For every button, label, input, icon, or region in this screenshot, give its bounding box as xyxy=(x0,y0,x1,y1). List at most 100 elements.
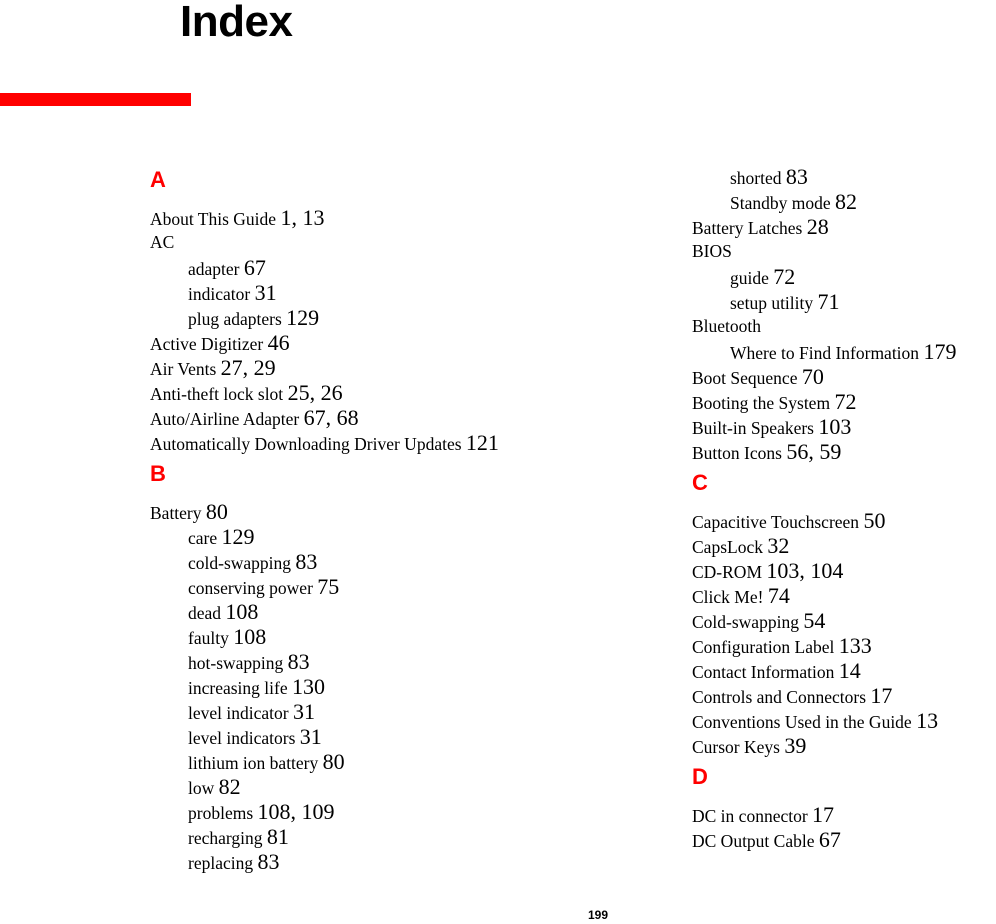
index-entry: Conventions Used in the Guide 13 xyxy=(692,708,938,735)
index-term: About This Guide xyxy=(150,209,277,229)
page-reference[interactable]: 67 xyxy=(244,255,266,280)
index-term: Cursor Keys xyxy=(692,737,780,757)
page-reference[interactable]: 67, 68 xyxy=(304,405,359,430)
index-term: faulty xyxy=(188,628,229,648)
index-term: lithium ion battery xyxy=(188,753,319,773)
page-reference[interactable]: 83 xyxy=(288,649,310,674)
page-reference[interactable]: 74 xyxy=(768,583,790,608)
index-term: DC in connector xyxy=(692,806,808,826)
page-reference[interactable]: 14 xyxy=(839,658,861,683)
page-reference[interactable]: 31 xyxy=(255,280,277,305)
page-reference[interactable]: 179 xyxy=(923,339,956,364)
page-reference[interactable]: 27, 29 xyxy=(221,355,276,380)
index-entry: About This Guide 1, 13 xyxy=(150,205,324,232)
index-subentry: Where to Find Information 179 xyxy=(692,339,956,366)
index-term: cold-swapping xyxy=(188,553,292,573)
index-entry: Capacitive Touchscreen 50 xyxy=(692,508,885,535)
index-subentry: problems 108, 109 xyxy=(150,799,335,826)
index-entry: Booting the System 72 xyxy=(692,389,856,416)
page-reference[interactable]: 81 xyxy=(267,824,289,849)
index-subentry: Standby mode 82 xyxy=(692,189,857,216)
page-reference[interactable]: 129 xyxy=(222,524,255,549)
index-term: Boot Sequence xyxy=(692,368,798,388)
index-entry: Air Vents 27, 29 xyxy=(150,355,276,382)
index-subentry: hot-swapping 83 xyxy=(150,649,310,676)
page-reference[interactable]: 108 xyxy=(225,599,258,624)
index-entry: CD-ROM 103, 104 xyxy=(692,558,843,585)
index-term: Conventions Used in the Guide xyxy=(692,712,912,732)
index-term: adapter xyxy=(188,259,240,279)
index-entry: Button Icons 56, 59 xyxy=(692,439,841,466)
index-term: CD-ROM xyxy=(692,562,763,582)
page-reference[interactable]: 121 xyxy=(466,430,499,455)
index-term: increasing life xyxy=(188,678,288,698)
section-letter-a: A xyxy=(150,167,166,192)
page-number: 199 xyxy=(587,908,609,922)
index-subentry: setup utility 71 xyxy=(692,289,840,316)
page-reference[interactable]: 82 xyxy=(219,774,241,799)
index-term: plug adapters xyxy=(188,309,282,329)
page-reference[interactable]: 108, 109 xyxy=(258,799,335,824)
page-reference[interactable]: 133 xyxy=(839,633,872,658)
index-entry: CapsLock 32 xyxy=(692,533,789,560)
page-reference[interactable]: 31 xyxy=(293,699,315,724)
page-reference[interactable]: 80 xyxy=(323,749,345,774)
index-term: Bluetooth xyxy=(692,316,762,336)
page-reference[interactable]: 82 xyxy=(835,189,857,214)
page-reference[interactable]: 17 xyxy=(870,683,892,708)
page-reference[interactable]: 103 xyxy=(818,414,851,439)
page-reference[interactable]: 32 xyxy=(767,533,789,558)
page-reference[interactable]: 25, 26 xyxy=(288,380,343,405)
index-term: Air Vents xyxy=(150,359,217,379)
page-reference[interactable]: 31 xyxy=(300,724,322,749)
index-term: CapsLock xyxy=(692,537,763,557)
index-term: Automatically Downloading Driver Updates xyxy=(150,434,462,454)
page-reference[interactable]: 1, 13 xyxy=(280,205,324,230)
index-term: Click Me! xyxy=(692,587,764,607)
page-reference[interactable]: 13 xyxy=(916,708,938,733)
index-term: problems xyxy=(188,803,254,823)
page-reference[interactable]: 39 xyxy=(784,733,806,758)
index-term: replacing xyxy=(188,853,254,873)
page-reference[interactable]: 46 xyxy=(268,330,290,355)
index-term: setup utility xyxy=(730,293,814,313)
page-reference[interactable]: 67 xyxy=(819,827,841,852)
index-term: AC xyxy=(150,232,175,252)
page-reference[interactable]: 17 xyxy=(812,802,834,827)
index-subentry: replacing 83 xyxy=(150,849,279,876)
index-term: Configuration Label xyxy=(692,637,835,657)
page-reference[interactable]: 129 xyxy=(286,305,319,330)
index-entry: DC in connector 17 xyxy=(692,802,834,829)
index-subentry: care 129 xyxy=(150,524,255,551)
page-reference[interactable]: 54 xyxy=(803,608,825,633)
page-reference[interactable]: 72 xyxy=(834,389,856,414)
page-reference[interactable]: 28 xyxy=(807,214,829,239)
page-reference[interactable]: 70 xyxy=(802,364,824,389)
page-reference[interactable]: 80 xyxy=(206,499,228,524)
index-entry: Controls and Connectors 17 xyxy=(692,683,892,710)
page-reference[interactable]: 50 xyxy=(863,508,885,533)
page-reference[interactable]: 83 xyxy=(295,549,317,574)
page-reference[interactable]: 130 xyxy=(292,674,325,699)
index-entry: BIOS xyxy=(692,239,732,264)
index-subentry: adapter 67 xyxy=(150,255,266,282)
index-term: shorted xyxy=(730,168,782,188)
index-term: Contact Information xyxy=(692,662,835,682)
index-entry: DC Output Cable 67 xyxy=(692,827,841,854)
page-reference[interactable]: 83 xyxy=(786,164,808,189)
page-reference[interactable]: 75 xyxy=(317,574,339,599)
index-term: Auto/Airline Adapter xyxy=(150,409,300,429)
page-reference[interactable]: 56, 59 xyxy=(786,439,841,464)
index-term: indicator xyxy=(188,284,251,304)
page-reference[interactable]: 103, 104 xyxy=(766,558,843,583)
index-subentry: conserving power 75 xyxy=(150,574,339,601)
index-entry: AC xyxy=(150,230,174,255)
index-term: Capacitive Touchscreen xyxy=(692,512,860,532)
page-reference[interactable]: 72 xyxy=(773,264,795,289)
page-reference[interactable]: 108 xyxy=(233,624,266,649)
page-reference[interactable]: 83 xyxy=(257,849,279,874)
index-entry: Built-in Speakers 103 xyxy=(692,414,851,441)
page-reference[interactable]: 71 xyxy=(818,289,840,314)
index-entry: Active Digitizer 46 xyxy=(150,330,290,357)
index-term: recharging xyxy=(188,828,263,848)
